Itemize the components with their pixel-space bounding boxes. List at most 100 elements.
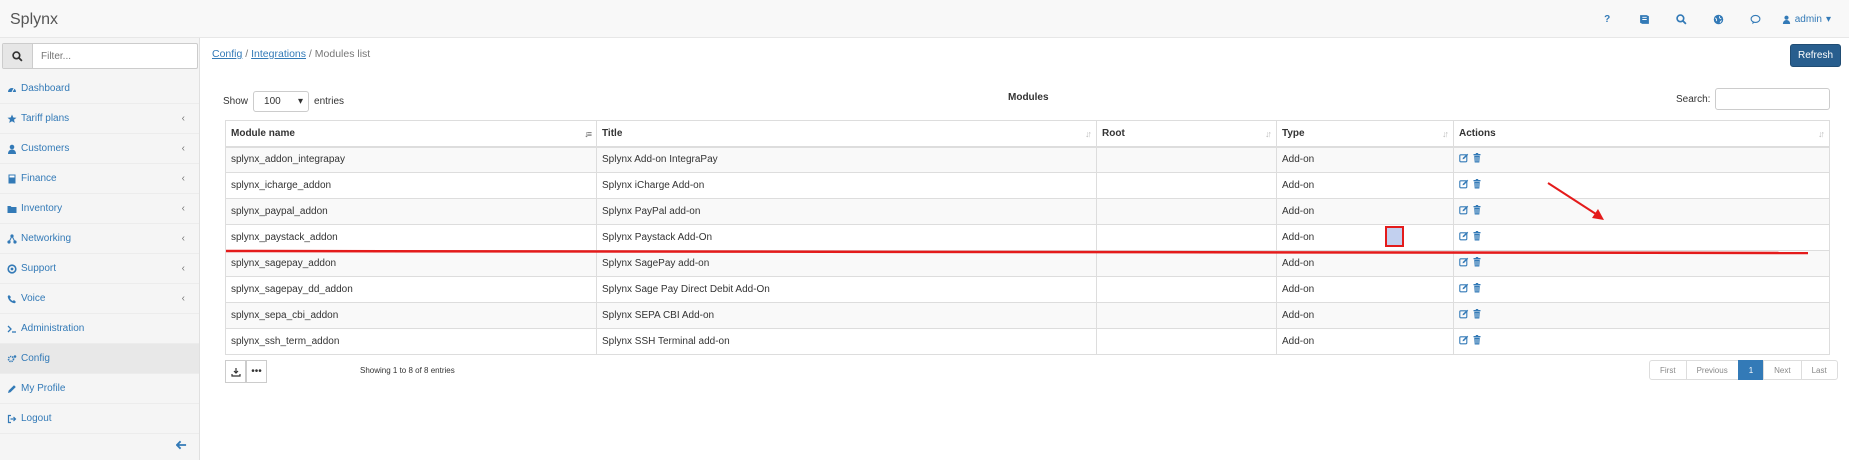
table-search: Search: (1676, 88, 1831, 110)
edit-icon[interactable] (1459, 153, 1469, 166)
sidebar-item-logout[interactable]: Logout (0, 404, 199, 434)
show-label: Show (223, 96, 249, 107)
table-row: splynx_sagepay_dd_addon Splynx Sage Pay D… (225, 276, 1830, 303)
delete-icon[interactable] (1472, 309, 1482, 322)
column-label: Title (602, 127, 623, 139)
column-label: Module name (231, 127, 295, 139)
edit-icon[interactable] (1459, 179, 1469, 192)
sidebar: Dashboard Tariff plans ‹ Customers ‹ Finance ‹… (0, 38, 200, 460)
chevron-left-icon: ‹ (181, 263, 185, 274)
cell-title: Splynx iCharge Add-on (596, 172, 1097, 199)
sidebar-item-inventory[interactable]: Inventory ‹ (0, 194, 199, 224)
page-previous[interactable]: Previous (1685, 360, 1739, 380)
sidebar-item-config[interactable]: Config (0, 344, 199, 374)
filter-search-icon[interactable] (3, 44, 33, 68)
sidebar-item-label: Support (21, 263, 57, 274)
delete-icon[interactable] (1472, 335, 1482, 348)
breadcrumb-config[interactable]: Config (212, 48, 242, 60)
edit-icon[interactable] (1459, 205, 1469, 218)
refresh-button[interactable]: Refresh (1790, 44, 1841, 67)
sidebar-item-networking[interactable]: Networking ‹ (0, 224, 199, 254)
sidebar-item-customers[interactable]: Customers ‹ (0, 134, 199, 164)
page-first[interactable]: First (1649, 360, 1687, 380)
sidebar-item-dashboard[interactable]: Dashboard (0, 74, 199, 104)
pencil-icon (7, 384, 17, 394)
help-label: ? (1604, 13, 1611, 25)
table-info: Showing 1 to 8 of 8 entries (360, 366, 455, 375)
entries-select[interactable]: 100 ▾ (253, 91, 310, 112)
delete-icon[interactable] (1472, 153, 1482, 166)
column-label: Actions (1459, 127, 1496, 139)
sidebar-item-finance[interactable]: Finance ‹ (0, 164, 199, 194)
delete-icon[interactable] (1472, 205, 1482, 218)
column-header-actions[interactable]: Actions ↓↑ (1453, 120, 1830, 148)
edit-icon[interactable] (1459, 283, 1469, 296)
user-menu[interactable]: admin ▾ (1782, 14, 1831, 25)
terminal-icon (7, 324, 17, 334)
caret-down-icon: ▾ (297, 96, 304, 107)
edit-icon[interactable] (1459, 309, 1469, 322)
cell-title: Splynx PayPal add-on (596, 198, 1097, 225)
caret-down-icon: ▾ (1825, 13, 1831, 25)
more-button[interactable]: ••• (246, 360, 267, 383)
edit-icon[interactable] (1459, 335, 1469, 348)
edit-icon[interactable] (1459, 257, 1469, 270)
column-header-type[interactable]: Type ↓↑ (1276, 120, 1454, 148)
sidebar-item-support[interactable]: Support ‹ (0, 254, 199, 284)
table-row: splynx_ssh_term_addon Splynx SSH Terminal… (225, 328, 1830, 355)
cell-module-name: splynx_sepa_cbi_addon (225, 302, 597, 329)
column-header-root[interactable]: Root ↓↑ (1096, 120, 1277, 148)
lifebuoy-icon (7, 263, 17, 274)
breadcrumb-integrations[interactable]: Integrations (251, 48, 306, 60)
delete-icon[interactable] (1472, 283, 1482, 296)
entries-length: Show 100 ▾ entries (223, 91, 344, 112)
sidebar-item-voice[interactable]: Voice ‹ (0, 284, 199, 314)
column-header-title[interactable]: Title ↓↑ (596, 120, 1097, 148)
page-current[interactable]: 1 (1737, 360, 1765, 380)
phone-icon (7, 294, 17, 304)
sort-asc-icon: ↓≡ (584, 129, 592, 139)
sidebar-item-label: Administration (21, 323, 85, 334)
delete-icon[interactable] (1472, 257, 1482, 270)
export-button[interactable] (225, 360, 246, 383)
delete-icon[interactable] (1472, 231, 1482, 244)
delete-icon[interactable] (1472, 179, 1482, 192)
sidebar-item-administration[interactable]: Administration (0, 314, 199, 344)
cell-type: Add-on (1276, 198, 1454, 225)
top-navbar: Splynx ? admin ▾ (0, 0, 1849, 38)
sidebar-item-tariff-plans[interactable]: Tariff plans ‹ (0, 104, 199, 134)
edit-icon[interactable] (1459, 231, 1469, 244)
top-icons: ? admin ▾ (1589, 0, 1831, 38)
sidebar-filter (2, 43, 198, 69)
cell-actions (1453, 224, 1830, 251)
book-icon[interactable] (1626, 0, 1663, 38)
network-icon (7, 233, 17, 244)
collapse-sidebar-icon[interactable] (175, 438, 187, 453)
column-header-module-name[interactable]: Module name ↓≡ (225, 120, 597, 148)
sidebar-item-my-profile[interactable]: My Profile (0, 374, 199, 404)
chat-icon[interactable] (1737, 0, 1774, 38)
cell-actions (1453, 198, 1830, 225)
page-next[interactable]: Next (1763, 360, 1802, 380)
globe-icon[interactable] (1700, 0, 1737, 38)
filter-input[interactable] (33, 44, 197, 68)
app-title[interactable]: Splynx (10, 11, 58, 29)
cell-actions (1453, 302, 1830, 329)
column-label: Type (1282, 127, 1305, 139)
sort-icon: ↓↑ (1085, 129, 1092, 139)
search-input[interactable] (1715, 88, 1831, 110)
page-last[interactable]: Last (1800, 360, 1838, 380)
cell-root (1096, 172, 1277, 199)
breadcrumb: Config / Integrations / Modules list (212, 48, 370, 60)
help-icon[interactable]: ? (1589, 0, 1626, 38)
cell-actions (1453, 250, 1830, 277)
cell-module-name: splynx_sagepay_dd_addon (225, 276, 597, 303)
entries-value: 100 (264, 96, 281, 107)
sidebar-item-label: Logout (21, 413, 52, 424)
cell-type: Add-on (1276, 146, 1454, 173)
cell-module-name: splynx_icharge_addon (225, 172, 597, 199)
cell-type: Add-on (1276, 172, 1454, 199)
chevron-left-icon: ‹ (181, 233, 185, 244)
cell-root (1096, 146, 1277, 173)
search-icon[interactable] (1663, 0, 1700, 38)
